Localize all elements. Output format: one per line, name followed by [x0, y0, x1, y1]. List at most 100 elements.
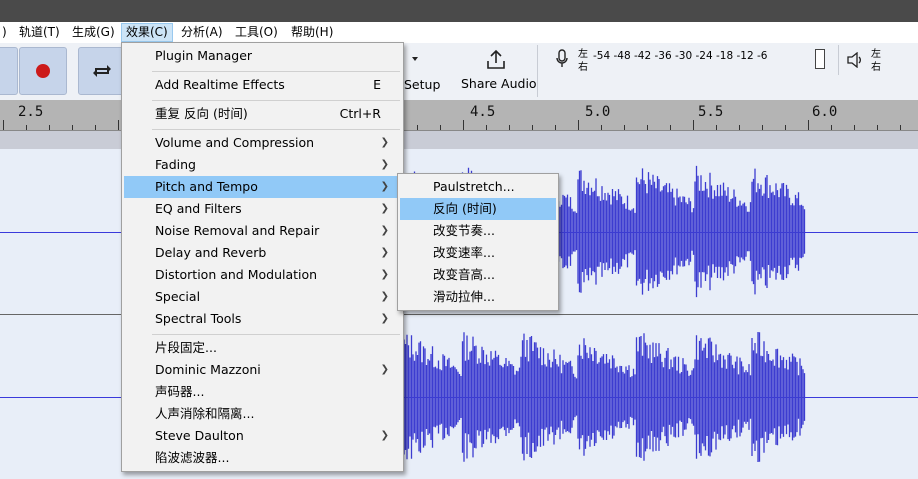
menu-item-label: Spectral Tools — [155, 311, 242, 326]
menu-item-vocal-reduction[interactable]: 人声消除和隔离... — [124, 403, 401, 425]
loop-button[interactable] — [78, 47, 126, 95]
menu-item-label: Special — [155, 289, 201, 304]
menu-item-clip-fix[interactable]: 片段固定... — [124, 337, 401, 359]
menu-item-label: Steve Daulton — [155, 428, 244, 443]
menu-item-notch-filter[interactable]: 陷波滤波器... — [124, 447, 401, 469]
title-bar — [0, 0, 918, 22]
menu-item-noise-removal[interactable]: Noise Removal and Repair ❯ — [124, 220, 401, 242]
meter-tick: -6 — [757, 50, 768, 62]
chevron-right-icon: ❯ — [380, 247, 389, 258]
menu-separator — [152, 334, 400, 335]
menu-item-label: Delay and Reverb — [155, 245, 267, 260]
submenu-item-paulstretch[interactable]: Paulstretch... — [400, 176, 556, 198]
meter-slider-thumb[interactable] — [815, 49, 825, 69]
meter-tick: -42 — [634, 50, 652, 62]
menu-item-label: Add Realtime Effects — [155, 77, 285, 92]
menu-item-spectral-tools[interactable]: Spectral Tools ❯ — [124, 308, 401, 330]
share-audio-label: Share Audio — [461, 76, 537, 91]
menu-item-add-realtime-effects[interactable]: Add Realtime Effects E — [124, 74, 401, 96]
chevron-right-icon: ❯ — [380, 137, 389, 148]
ruler-tick — [716, 125, 717, 130]
submenu-item-reverse[interactable]: 反向 (时间) — [400, 198, 556, 220]
ruler-tick — [900, 125, 901, 130]
menu-generate[interactable]: 生成(G) — [68, 24, 119, 41]
setup-label: Setup — [404, 77, 441, 92]
ruler-tick — [578, 120, 579, 130]
menu-item-repeat-reverse[interactable]: 重复 反向 (时间) Ctrl+R — [124, 103, 401, 125]
ruler-tick — [624, 125, 625, 130]
menu-item-label: EQ and Filters — [155, 201, 242, 216]
ruler-tick — [647, 125, 648, 130]
meter-tick: -54 — [593, 50, 611, 62]
record-button[interactable] — [19, 47, 67, 95]
ruler-label: 4.5 — [470, 104, 496, 120]
menu-item-eq-filters[interactable]: EQ and Filters ❯ — [124, 198, 401, 220]
menu-item-plugin-manager[interactable]: Plugin Manager — [124, 45, 401, 67]
menu-item-steve-daulton[interactable]: Steve Daulton ❯ — [124, 425, 401, 447]
chevron-right-icon: ❯ — [380, 181, 389, 192]
submenu-item-change-pitch[interactable]: 改变音高... — [400, 264, 556, 286]
meter-tick: -48 — [613, 50, 631, 62]
meter-scale: -54 -48 -42 -36 -30 -24 -18 -12 -6 — [593, 50, 767, 62]
submenu-item-change-tempo[interactable]: 改变节奏... — [400, 220, 556, 242]
menu-item-shortcut: E — [373, 77, 381, 92]
ruler-tick — [670, 125, 671, 130]
share-audio-button[interactable]: Share Audio — [455, 45, 538, 97]
ruler-label: 2.5 — [18, 104, 44, 120]
menu-item-label: 片段固定... — [155, 340, 217, 355]
menu-item-special[interactable]: Special ❯ — [124, 286, 401, 308]
ruler-tick — [509, 125, 510, 130]
ruler-tick — [463, 120, 464, 130]
ruler-tick — [3, 120, 4, 130]
ruler-label: 5.5 — [698, 104, 724, 120]
waveform-path — [403, 332, 806, 462]
meter-tick: -24 — [695, 50, 713, 62]
ruler-tick — [118, 120, 119, 130]
menu-item-label: Fading — [155, 157, 196, 172]
audio-setup-button[interactable]: Setup — [398, 47, 442, 97]
menu-item-dominic-mazzoni[interactable]: Dominic Mazzoni ❯ — [124, 359, 401, 381]
chevron-right-icon: ❯ — [380, 364, 389, 375]
ruler-tick — [26, 125, 27, 130]
menu-item-fading[interactable]: Fading ❯ — [124, 154, 401, 176]
menu-item-delay-reverb[interactable]: Delay and Reverb ❯ — [124, 242, 401, 264]
submenu-item-change-speed[interactable]: 改变速率... — [400, 242, 556, 264]
menu-item-vocoder[interactable]: 声码器... — [124, 381, 401, 403]
ruler-tick — [486, 125, 487, 130]
recording-meter[interactable]: 左 右 -54 -48 -42 -36 -30 -24 -18 -12 -6 — [545, 45, 835, 75]
menu-item-label: 重复 反向 (时间) — [155, 106, 248, 121]
menu-separator — [152, 129, 400, 130]
menu-item-pitch-tempo[interactable]: Pitch and Tempo ❯ — [124, 176, 401, 198]
menu-tools[interactable]: 工具(O) — [231, 24, 282, 41]
ruler-tick — [95, 125, 96, 130]
menu-help[interactable]: 帮助(H) — [287, 24, 337, 41]
menu-item-label: 陷波滤波器... — [155, 450, 230, 465]
menu-tracks[interactable]: 轨道(T) — [15, 24, 64, 41]
menu-item-volume-compression[interactable]: Volume and Compression ❯ — [124, 132, 401, 154]
chevron-right-icon: ❯ — [380, 159, 389, 170]
submenu-item-label: 改变音高... — [433, 267, 495, 282]
menu-item-label: Volume and Compression — [155, 135, 315, 150]
meter-tick: -12 — [736, 50, 754, 62]
submenu-item-label: 改变速率... — [433, 245, 495, 260]
menu-separator — [152, 100, 400, 101]
menu-bar: ) 轨道(T) 生成(G) 效果(C) 分析(A) 工具(O) 帮助(H) — [0, 22, 918, 43]
submenu-item-label: 滑动拉伸... — [433, 289, 495, 304]
play-button[interactable] — [0, 47, 18, 95]
menu-analyze[interactable]: 分析(A) — [177, 24, 227, 41]
menu-item-shortcut: Ctrl+R — [339, 106, 381, 121]
speaker-volume-icon — [847, 52, 861, 68]
meter-tick: -30 — [675, 50, 693, 62]
chevron-right-icon: ❯ — [380, 430, 389, 441]
playback-meter[interactable]: 左 右 — [838, 45, 918, 75]
submenu-item-label: Paulstretch... — [433, 179, 515, 194]
menu-item-distortion-modulation[interactable]: Distortion and Modulation ❯ — [124, 264, 401, 286]
menu-effect[interactable]: 效果(C) — [121, 23, 173, 42]
menu-item-label: Dominic Mazzoni — [155, 362, 261, 377]
submenu-item-sliding-stretch[interactable]: 滑动拉伸... — [400, 286, 556, 308]
meter-tick: -36 — [654, 50, 672, 62]
menu-view-partial[interactable]: ) — [0, 24, 11, 41]
chevron-right-icon: ❯ — [380, 269, 389, 280]
ruler-tick — [854, 125, 855, 130]
ruler-tick — [49, 125, 50, 130]
